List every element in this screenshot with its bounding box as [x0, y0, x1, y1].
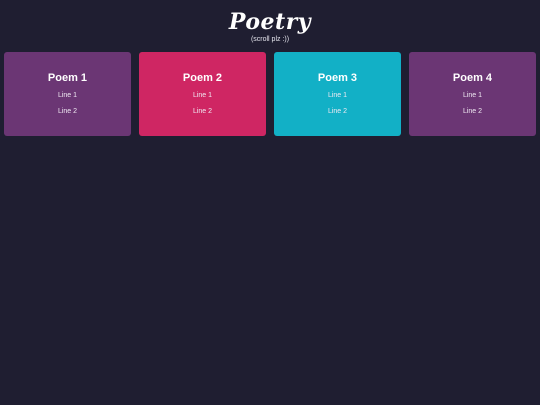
poem-line-2: Line 2	[462, 108, 483, 115]
poem-title: Poem 1	[47, 72, 88, 84]
poem-line-2: Line 2	[327, 108, 348, 115]
poem-card-list: Poem 1 Line 1 Line 2 Poem 2 Line 1 Line …	[4, 52, 536, 136]
poem-card-3[interactable]: Poem 3 Line 1 Line 2	[274, 52, 401, 136]
poem-line-1: Line 1	[57, 92, 78, 99]
poem-line-1: Line 1	[327, 92, 348, 99]
poem-title: Poem 4	[452, 72, 493, 84]
poem-card-4[interactable]: Poem 4 Line 1 Line 2	[409, 52, 536, 136]
poem-line-1: Line 1	[462, 92, 483, 99]
poem-card-1[interactable]: Poem 1 Line 1 Line 2	[4, 52, 131, 136]
poem-title: Poem 2	[182, 72, 223, 84]
poem-card-2[interactable]: Poem 2 Line 1 Line 2	[139, 52, 266, 136]
poem-line-1: Line 1	[192, 92, 213, 99]
page-header: Poetry (scroll plz :))	[0, 0, 540, 43]
poem-title: Poem 3	[317, 72, 358, 84]
poem-line-2: Line 2	[192, 108, 213, 115]
page-title: Poetry	[228, 9, 312, 35]
poem-line-2: Line 2	[57, 108, 78, 115]
page-subtitle: (scroll plz :))	[250, 36, 290, 43]
